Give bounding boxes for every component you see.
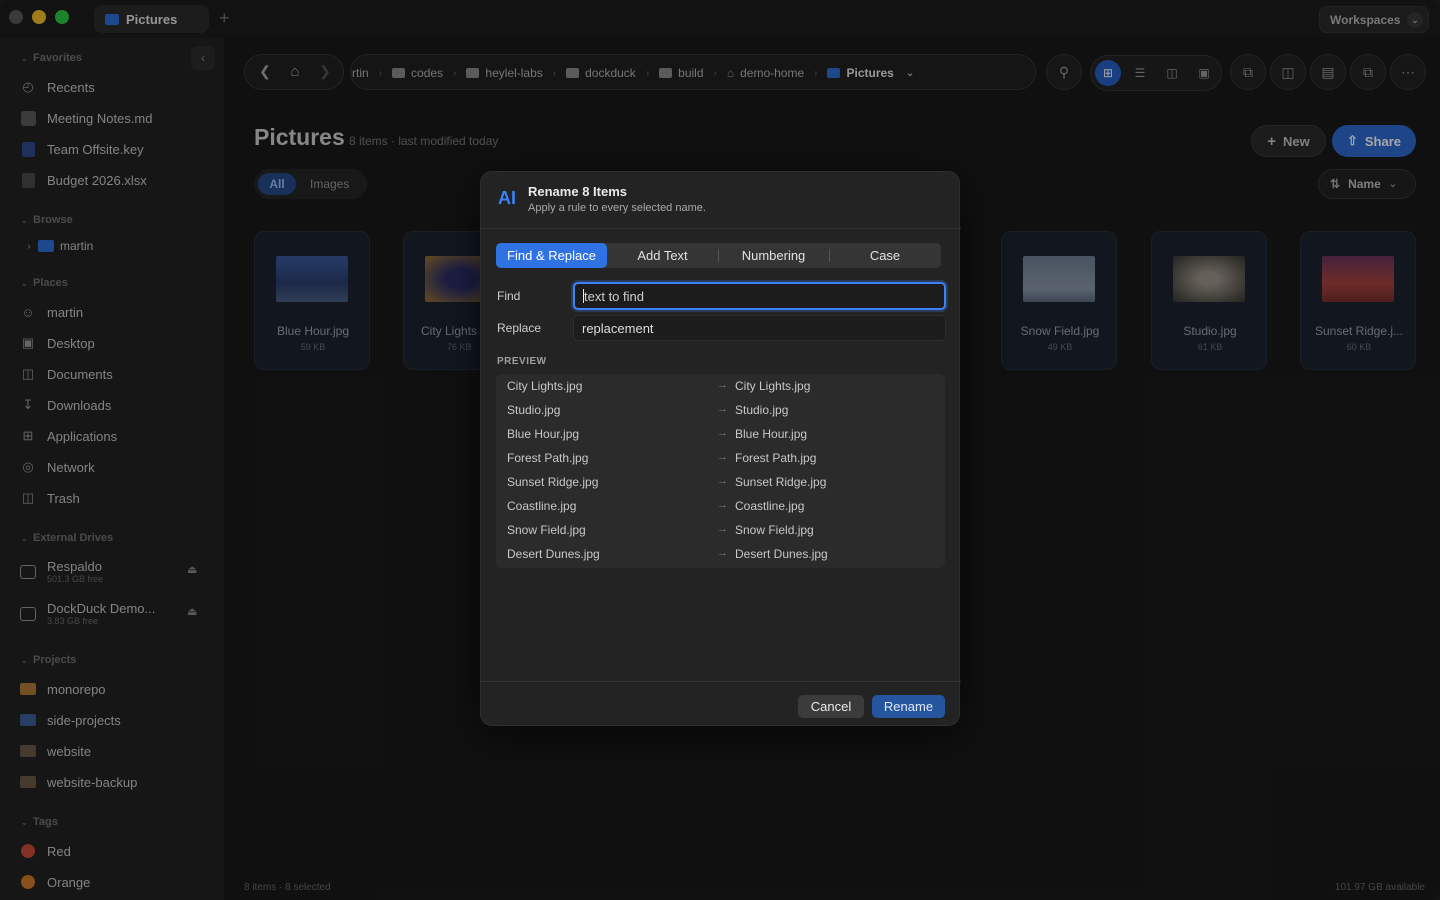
arrow-right-icon: → [717,547,728,559]
old-name: Blue Hour.jpg [507,427,580,441]
preview-row: Forest Path.jpg → Forest Path.jpg [496,446,945,470]
preview-row: Sunset Ridge.jpg → Sunset Ridge.jpg [496,470,945,494]
arrow-right-icon: → [717,427,728,439]
old-name: Desert Dunes.jpg [507,547,600,561]
rename-button[interactable]: Rename [872,695,945,718]
arrow-right-icon: → [717,523,728,535]
arrow-right-icon: → [717,499,728,511]
new-name: Coastline.jpg [735,499,805,513]
preview-row: Coastline.jpg → Coastline.jpg [496,494,945,518]
preview-header: PREVIEW [497,356,547,367]
app-window: Pictures + Workspaces ⌄ ‹ ⌄ Favorites ◴ Re… [0,0,1440,900]
divider [481,681,961,682]
arrow-right-icon: → [717,451,728,463]
dialog-title: Rename 8 Items [528,184,627,199]
find-label: Find [497,289,521,303]
new-name: Studio.jpg [735,403,789,417]
arrow-right-icon: → [717,475,728,487]
preview-row: Blue Hour.jpg → Blue Hour.jpg [496,422,945,446]
find-input[interactable]: text to find [573,282,946,310]
replace-input[interactable]: replacement [573,315,946,341]
arrow-right-icon: → [717,403,728,415]
old-name: Coastline.jpg [507,499,577,513]
new-name: City Lights.jpg [735,379,811,393]
tab-numbering[interactable]: Numbering [718,243,829,268]
divider [481,228,961,229]
cancel-button[interactable]: Cancel [798,695,864,718]
new-name: Desert Dunes.jpg [735,547,828,561]
rename-ai-icon: AI [498,188,516,208]
new-name: Blue Hour.jpg [735,427,808,441]
old-name: Sunset Ridge.jpg [507,475,599,489]
preview-row: City Lights.jpg → City Lights.jpg [496,374,945,398]
preview-row: Snow Field.jpg → Snow Field.jpg [496,518,945,542]
old-name: Snow Field.jpg [507,523,586,537]
new-name: Sunset Ridge.jpg [735,475,827,489]
find-placeholder: text to find [584,288,644,304]
rename-dialog: AI Rename 8 Items Apply a rule to every … [480,171,961,726]
rename-mode-tabs: Find & Replace Add Text Numbering Case [496,243,941,268]
old-name: Forest Path.jpg [507,451,589,465]
tab-find-replace[interactable]: Find & Replace [496,243,607,268]
preview-list: City Lights.jpg → City Lights.jpg Studio.j… [496,374,945,568]
replace-label: Replace [497,321,542,335]
arrow-right-icon: → [717,379,728,391]
preview-row: Studio.jpg → Studio.jpg [496,398,945,422]
old-name: Studio.jpg [507,403,561,417]
new-name: Forest Path.jpg [735,451,817,465]
old-name: City Lights.jpg [507,379,583,393]
dialog-subtitle: Apply a rule to every selected name. [528,202,706,214]
tab-case[interactable]: Case [829,243,941,268]
new-name: Snow Field.jpg [735,523,814,537]
preview-row: Desert Dunes.jpg → Desert Dunes.jpg [496,542,945,566]
tab-add-text[interactable]: Add Text [607,243,718,268]
